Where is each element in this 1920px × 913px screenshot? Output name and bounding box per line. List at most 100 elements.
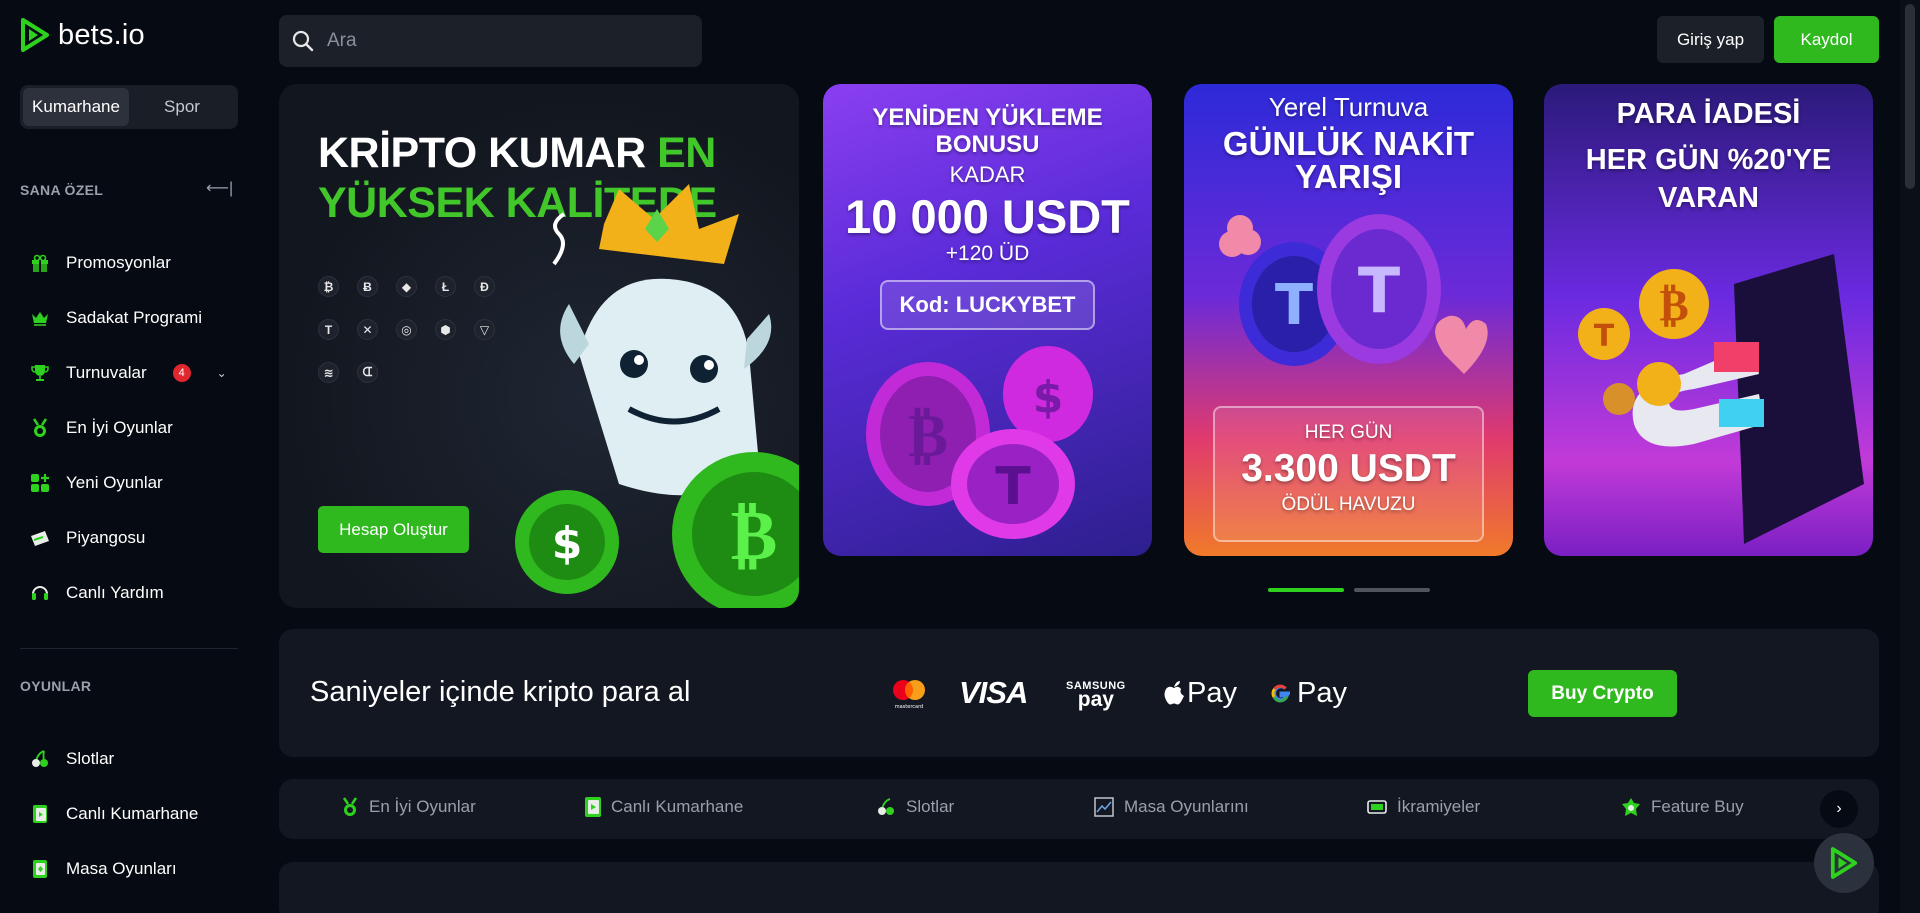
prize-pool-label: HER GÜN: [1304, 422, 1393, 443]
svg-text:$: $: [552, 518, 583, 569]
prize-pool-box: HER GÜN 3.300 USDT ÖDÜL HAVUZU: [1213, 406, 1484, 542]
cherry-icon: [30, 749, 50, 769]
sidebar-item-label: Promosyonlar: [66, 252, 171, 272]
google-icon: [1271, 684, 1290, 703]
crypto-coin-row: ₿ Ƀ ◆ Ł Đ: [318, 276, 495, 297]
promo-subtitle: KADAR: [949, 162, 1026, 187]
dash-icon: ᗭ: [357, 362, 378, 383]
prize-pool-sub: ÖDÜL HAVUZU: [1281, 494, 1416, 515]
promo-title: PARA İADESİ: [1616, 98, 1801, 130]
bnb-icon: ⬢: [435, 319, 456, 340]
category-feature-buy[interactable]: Feature Buy: [1621, 797, 1744, 817]
section-switch: Kumarhane Spor: [20, 85, 238, 129]
sidebar-item-top-games[interactable]: En İyi Oyunlar: [20, 400, 238, 455]
feature-buy-icon: [1622, 798, 1640, 816]
buy-crypto-button[interactable]: Buy Crypto: [1528, 670, 1677, 717]
svg-text:T: T: [1358, 254, 1400, 327]
svg-text:₿: ₿: [908, 401, 948, 471]
category-live-casino[interactable]: Canlı Kumarhane: [585, 797, 743, 817]
sidebar-item-new-games[interactable]: Yeni Oyunlar: [20, 455, 238, 510]
sidebar-item-label: Turnuvalar: [66, 362, 147, 382]
login-button[interactable]: Giriş yap: [1657, 16, 1764, 63]
section-title-games: OYUNLAR: [20, 678, 92, 694]
sidebar-item-loyalty[interactable]: Sadakat Programi: [20, 290, 238, 345]
dogecoin-icon: Đ: [474, 276, 495, 297]
search-input[interactable]: [327, 30, 667, 52]
samsung-pay-logo: SAMSUNG pay: [1066, 673, 1126, 713]
carousel-dot[interactable]: [1354, 588, 1430, 592]
hero-banner[interactable]: KRİPTO KUMAR EN YÜKSEK KALİTEDE ₿ Ƀ ◆ Ł …: [279, 84, 799, 608]
hero-title-white: KRİPTO KUMAR: [318, 129, 658, 177]
ticket-icon: [30, 528, 50, 548]
crypto-coin-row: ≋ ᗭ: [318, 362, 378, 383]
promo-title: YENİDEN YÜKLEME: [872, 104, 1103, 131]
apple-pay-text: Pay: [1187, 676, 1237, 709]
games-nav: Slotlar Canlı Kumarhane Masa Oyunları: [20, 731, 238, 896]
collapse-sidebar-icon[interactable]: ⟵|: [206, 178, 233, 198]
xrp-icon: ✕: [357, 319, 378, 340]
sidebar-item-label: Masa Oyunları: [66, 858, 177, 878]
tournament-count-badge: 4: [172, 363, 191, 382]
hero-title-green-1: EN: [657, 129, 716, 177]
promo-title: GÜNLÜK NAKİT: [1222, 125, 1475, 162]
litecoin-icon: Ł: [435, 276, 456, 297]
floating-logo-button[interactable]: [1814, 833, 1874, 893]
sidebar-item-lottery[interactable]: Piyangosu: [20, 510, 238, 565]
tab-sports[interactable]: Spor: [129, 88, 235, 126]
table-games-icon: [1094, 797, 1114, 817]
sidebar-item-label: Slotlar: [66, 748, 115, 768]
headset-icon: [30, 583, 50, 603]
trophy-icon: [30, 363, 50, 383]
sidebar-item-slots[interactable]: Slotlar: [20, 731, 238, 786]
category-jackpots[interactable]: İkramiyeler: [1367, 797, 1480, 817]
buy-crypto-text: Saniyeler içinde kripto para al: [310, 676, 691, 708]
sidebar-item-table-games[interactable]: Masa Oyunları: [20, 841, 238, 896]
coins-illustration: T T: [1219, 214, 1488, 374]
category-label: Canlı Kumarhane: [611, 797, 744, 816]
register-button[interactable]: Kaydol: [1774, 16, 1879, 63]
visa-logo: VISA: [959, 675, 1028, 710]
apple-icon: [1164, 681, 1184, 705]
google-pay-text: Pay: [1297, 676, 1347, 709]
jackpot-icon: [1367, 800, 1387, 814]
bets-logo-icon: [21, 18, 49, 52]
category-table-games[interactable]: Masa Oyunlarını: [1094, 797, 1249, 817]
search-bar[interactable]: [279, 15, 702, 67]
promo-card-cashback[interactable]: PARA İADESİ HER GÜN %20'YE VARAN ₿ T: [1544, 84, 1873, 556]
section-title-personal: SANA ÖZEL: [20, 182, 104, 198]
sidebar-item-live-support[interactable]: Canlı Yardım: [20, 565, 238, 620]
promo-code[interactable]: Kod: LUCKYBET: [879, 280, 1096, 330]
logo[interactable]: bets.io: [20, 18, 145, 52]
sidebar-item-label: Piyangosu: [66, 527, 146, 547]
promo-card-reload-bonus[interactable]: YENİDEN YÜKLEME BONUSU KADAR 10 000 USDT…: [823, 84, 1152, 556]
svg-text:₿: ₿: [1659, 280, 1688, 331]
chevron-down-icon[interactable]: ⌄: [217, 366, 227, 380]
personal-nav: Promosyonlar Sadakat Programi Turnuvalar…: [20, 235, 238, 620]
sidebar-item-tournaments[interactable]: Turnuvalar 4 ⌄: [20, 345, 238, 400]
crown-icon: [30, 308, 50, 328]
tab-casino[interactable]: Kumarhane: [23, 88, 129, 126]
prize-pool-amount: 3.300 USDT: [1241, 447, 1456, 490]
category-label: En İyi Oyunlar: [369, 797, 476, 816]
magnet-phone-illustration: ₿ T: [1578, 254, 1864, 544]
bets-logo-icon: [1830, 847, 1858, 879]
carousel-dot-active[interactable]: [1268, 588, 1344, 592]
promo-card-daily-race[interactable]: Yerel Turnuva GÜNLÜK NAKİT YARIŞI T T HE…: [1184, 84, 1513, 556]
sidebar-item-promotions[interactable]: Promosyonlar: [20, 235, 238, 290]
category-next-button[interactable]: ›: [1820, 790, 1858, 828]
svg-text:T: T: [1275, 273, 1313, 338]
svg-text:₿: ₿: [731, 494, 778, 576]
games-section-panel: [279, 862, 1879, 913]
page-scrollbar[interactable]: [1900, 0, 1920, 913]
category-slots[interactable]: Slotlar: [876, 797, 954, 817]
create-account-button[interactable]: Hesap Oluştur: [318, 506, 469, 553]
promo-extra: +120 ÜD: [945, 242, 1030, 265]
sidebar-item-live-casino[interactable]: Canlı Kumarhane: [20, 786, 238, 841]
medal-icon: [30, 417, 50, 438]
promo-title: HER GÜN %20'YE: [1585, 144, 1832, 176]
category-top-games[interactable]: En İyi Oyunlar: [341, 797, 476, 817]
sidebar-item-label: Sadakat Programi: [66, 307, 203, 327]
mastercard-caption: mastercard: [895, 704, 923, 710]
category-label: Feature Buy: [1651, 797, 1744, 816]
tron-icon: ▽: [474, 319, 495, 340]
